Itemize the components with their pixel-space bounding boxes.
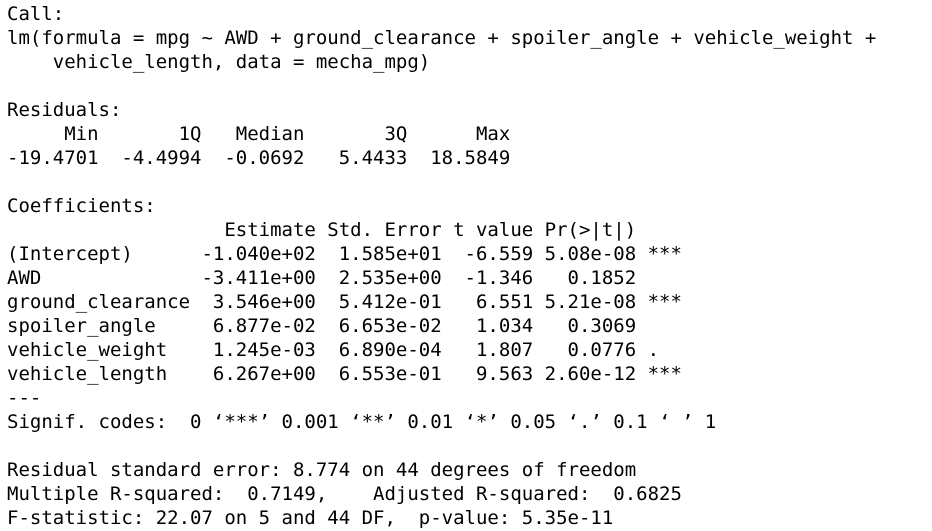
r-squared-line: Multiple R-squared: 0.7149, Adjusted R-s… [7,483,694,505]
residuals-values: -19.4701 -4.4994 -0.0692 5.4433 18.5849 [7,147,522,169]
coef-row-ground-clearance: ground_clearance 3.546e+00 5.412e-01 6.5… [7,291,682,313]
residuals-label: Residuals: [7,99,122,121]
coef-row-intercept: (Intercept) -1.040e+02 1.585e+01 -6.559 … [7,243,682,265]
coef-row-vehicle-length: vehicle_length 6.267e+00 6.553e-01 9.563… [7,363,682,385]
call-formula-continued: vehicle_length, data = mecha_mpg) [7,51,431,73]
coefficients-header: Estimate Std. Error t value Pr(>|t|) [7,219,682,241]
console-output: Call: lm(formula = mpg ~ AWD + ground_cl… [0,0,932,531]
separator-line: --- [7,387,42,409]
f-statistic-line: F-statistic: 22.07 on 5 and 44 DF, p-val… [7,507,614,529]
coef-row-spoiler-angle: spoiler_angle 6.877e-02 6.653e-02 1.034 … [7,315,682,337]
call-formula-line: lm(formula = mpg ~ AWD + ground_clearanc… [7,27,877,49]
residuals-header: Min 1Q Median 3Q Max [7,123,522,145]
coef-row-awd: AWD -3.411e+00 2.535e+00 -1.346 0.1852 [7,267,682,289]
residual-standard-error: Residual standard error: 8.774 on 44 deg… [7,459,637,481]
signif-codes: Signif. codes: 0 ‘***’ 0.001 ‘**’ 0.01 ‘… [7,411,717,433]
coef-row-vehicle-weight: vehicle_weight 1.245e-03 6.890e-04 1.807… [7,339,682,361]
coefficients-label: Coefficients: [7,195,156,217]
call-label: Call: [7,3,65,25]
